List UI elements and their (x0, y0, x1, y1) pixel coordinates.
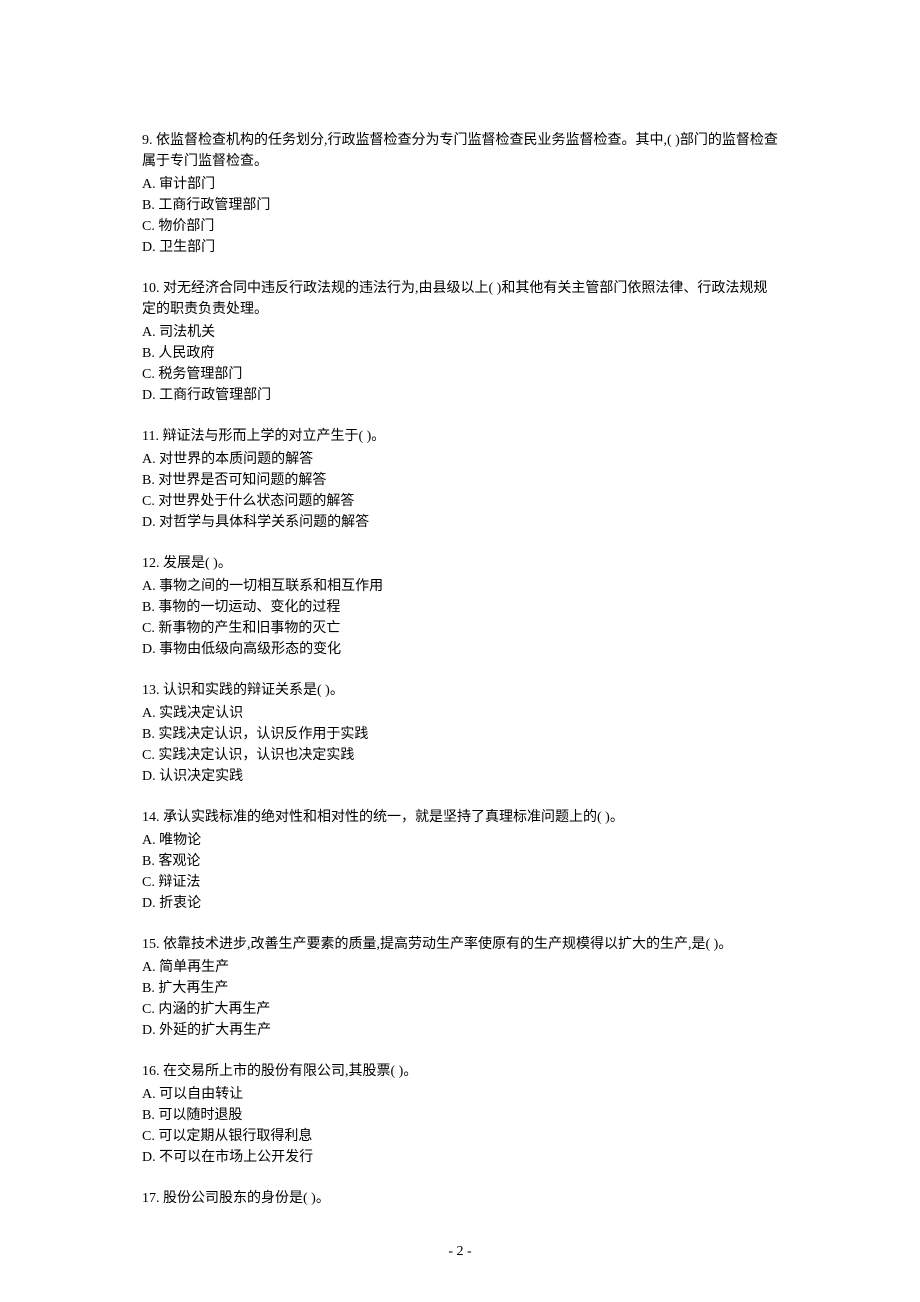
question-text: 12. 发展是( )。 (142, 553, 778, 574)
question-text: 16. 在交易所上市的股份有限公司,其股票( )。 (142, 1061, 778, 1082)
choice: C. 可以定期从银行取得利息 (142, 1126, 778, 1147)
choice: C. 税务管理部门 (142, 364, 778, 385)
page-number: - 2 - (0, 1241, 920, 1262)
choices: A. 简单再生产B. 扩大再生产C. 内涵的扩大再生产D. 外延的扩大再生产 (142, 957, 778, 1041)
choice: C. 内涵的扩大再生产 (142, 999, 778, 1020)
choice: A. 司法机关 (142, 322, 778, 343)
question-text: 15. 依靠技术进步,改善生产要素的质量,提高劳动生产率使原有的生产规模得以扩大… (142, 934, 778, 955)
question: 14. 承认实践标准的绝对性和相对性的统一，就是坚持了真理标准问题上的( )。A… (142, 807, 778, 914)
choice: D. 折衷论 (142, 893, 778, 914)
choice: B. 对世界是否可知问题的解答 (142, 470, 778, 491)
choice: C. 新事物的产生和旧事物的灭亡 (142, 618, 778, 639)
choices: A. 可以自由转让B. 可以随时退股C. 可以定期从银行取得利息D. 不可以在市… (142, 1084, 778, 1168)
choice: A. 简单再生产 (142, 957, 778, 978)
question-text: 11. 辩证法与形而上学的对立产生于( )。 (142, 426, 778, 447)
choice: D. 卫生部门 (142, 237, 778, 258)
choice: D. 认识决定实践 (142, 766, 778, 787)
choice: C. 辩证法 (142, 872, 778, 893)
choice: A. 实践决定认识 (142, 703, 778, 724)
document-page: 9. 依监督检查机构的任务划分,行政监督检查分为专门监督检查民业务监督检查。其中… (0, 0, 920, 1302)
choice: A. 对世界的本质问题的解答 (142, 449, 778, 470)
question-text: 17. 股份公司股东的身份是( )。 (142, 1188, 778, 1209)
choice: C. 实践决定认识，认识也决定实践 (142, 745, 778, 766)
choice: B. 可以随时退股 (142, 1105, 778, 1126)
question-text: 10. 对无经济合同中违反行政法规的违法行为,由县级以上( )和其他有关主管部门… (142, 278, 778, 320)
choice: C. 物价部门 (142, 216, 778, 237)
question: 9. 依监督检查机构的任务划分,行政监督检查分为专门监督检查民业务监督检查。其中… (142, 130, 778, 258)
choice: A. 事物之间的一切相互联系和相互作用 (142, 576, 778, 597)
choice: B. 工商行政管理部门 (142, 195, 778, 216)
choices: A. 司法机关B. 人民政府C. 税务管理部门D. 工商行政管理部门 (142, 322, 778, 406)
question: 12. 发展是( )。A. 事物之间的一切相互联系和相互作用B. 事物的一切运动… (142, 553, 778, 660)
choice: A. 可以自由转让 (142, 1084, 778, 1105)
choices: A. 唯物论B. 客观论C. 辩证法D. 折衷论 (142, 830, 778, 914)
question-text: 13. 认识和实践的辩证关系是( )。 (142, 680, 778, 701)
choices: A. 实践决定认识B. 实践决定认识，认识反作用于实践C. 实践决定认识，认识也… (142, 703, 778, 787)
choice: D. 不可以在市场上公开发行 (142, 1147, 778, 1168)
choice: C. 对世界处于什么状态问题的解答 (142, 491, 778, 512)
questions-container: 9. 依监督检查机构的任务划分,行政监督检查分为专门监督检查民业务监督检查。其中… (142, 130, 778, 1209)
question-text: 14. 承认实践标准的绝对性和相对性的统一，就是坚持了真理标准问题上的( )。 (142, 807, 778, 828)
question: 10. 对无经济合同中违反行政法规的违法行为,由县级以上( )和其他有关主管部门… (142, 278, 778, 406)
choice: B. 人民政府 (142, 343, 778, 364)
question: 16. 在交易所上市的股份有限公司,其股票( )。A. 可以自由转让B. 可以随… (142, 1061, 778, 1168)
choice: A. 审计部门 (142, 174, 778, 195)
choice: B. 事物的一切运动、变化的过程 (142, 597, 778, 618)
question-text: 9. 依监督检查机构的任务划分,行政监督检查分为专门监督检查民业务监督检查。其中… (142, 130, 778, 172)
choices: A. 对世界的本质问题的解答B. 对世界是否可知问题的解答C. 对世界处于什么状… (142, 449, 778, 533)
choice: B. 客观论 (142, 851, 778, 872)
choice: D. 工商行政管理部门 (142, 385, 778, 406)
choice: D. 外延的扩大再生产 (142, 1020, 778, 1041)
choice: B. 扩大再生产 (142, 978, 778, 999)
choice: A. 唯物论 (142, 830, 778, 851)
choices: A. 事物之间的一切相互联系和相互作用B. 事物的一切运动、变化的过程C. 新事… (142, 576, 778, 660)
choices: A. 审计部门B. 工商行政管理部门C. 物价部门D. 卫生部门 (142, 174, 778, 258)
choice: B. 实践决定认识，认识反作用于实践 (142, 724, 778, 745)
choice: D. 对哲学与具体科学关系问题的解答 (142, 512, 778, 533)
question: 11. 辩证法与形而上学的对立产生于( )。A. 对世界的本质问题的解答B. 对… (142, 426, 778, 533)
question: 17. 股份公司股东的身份是( )。 (142, 1188, 778, 1209)
question: 13. 认识和实践的辩证关系是( )。A. 实践决定认识B. 实践决定认识，认识… (142, 680, 778, 787)
question: 15. 依靠技术进步,改善生产要素的质量,提高劳动生产率使原有的生产规模得以扩大… (142, 934, 778, 1041)
choice: D. 事物由低级向高级形态的变化 (142, 639, 778, 660)
